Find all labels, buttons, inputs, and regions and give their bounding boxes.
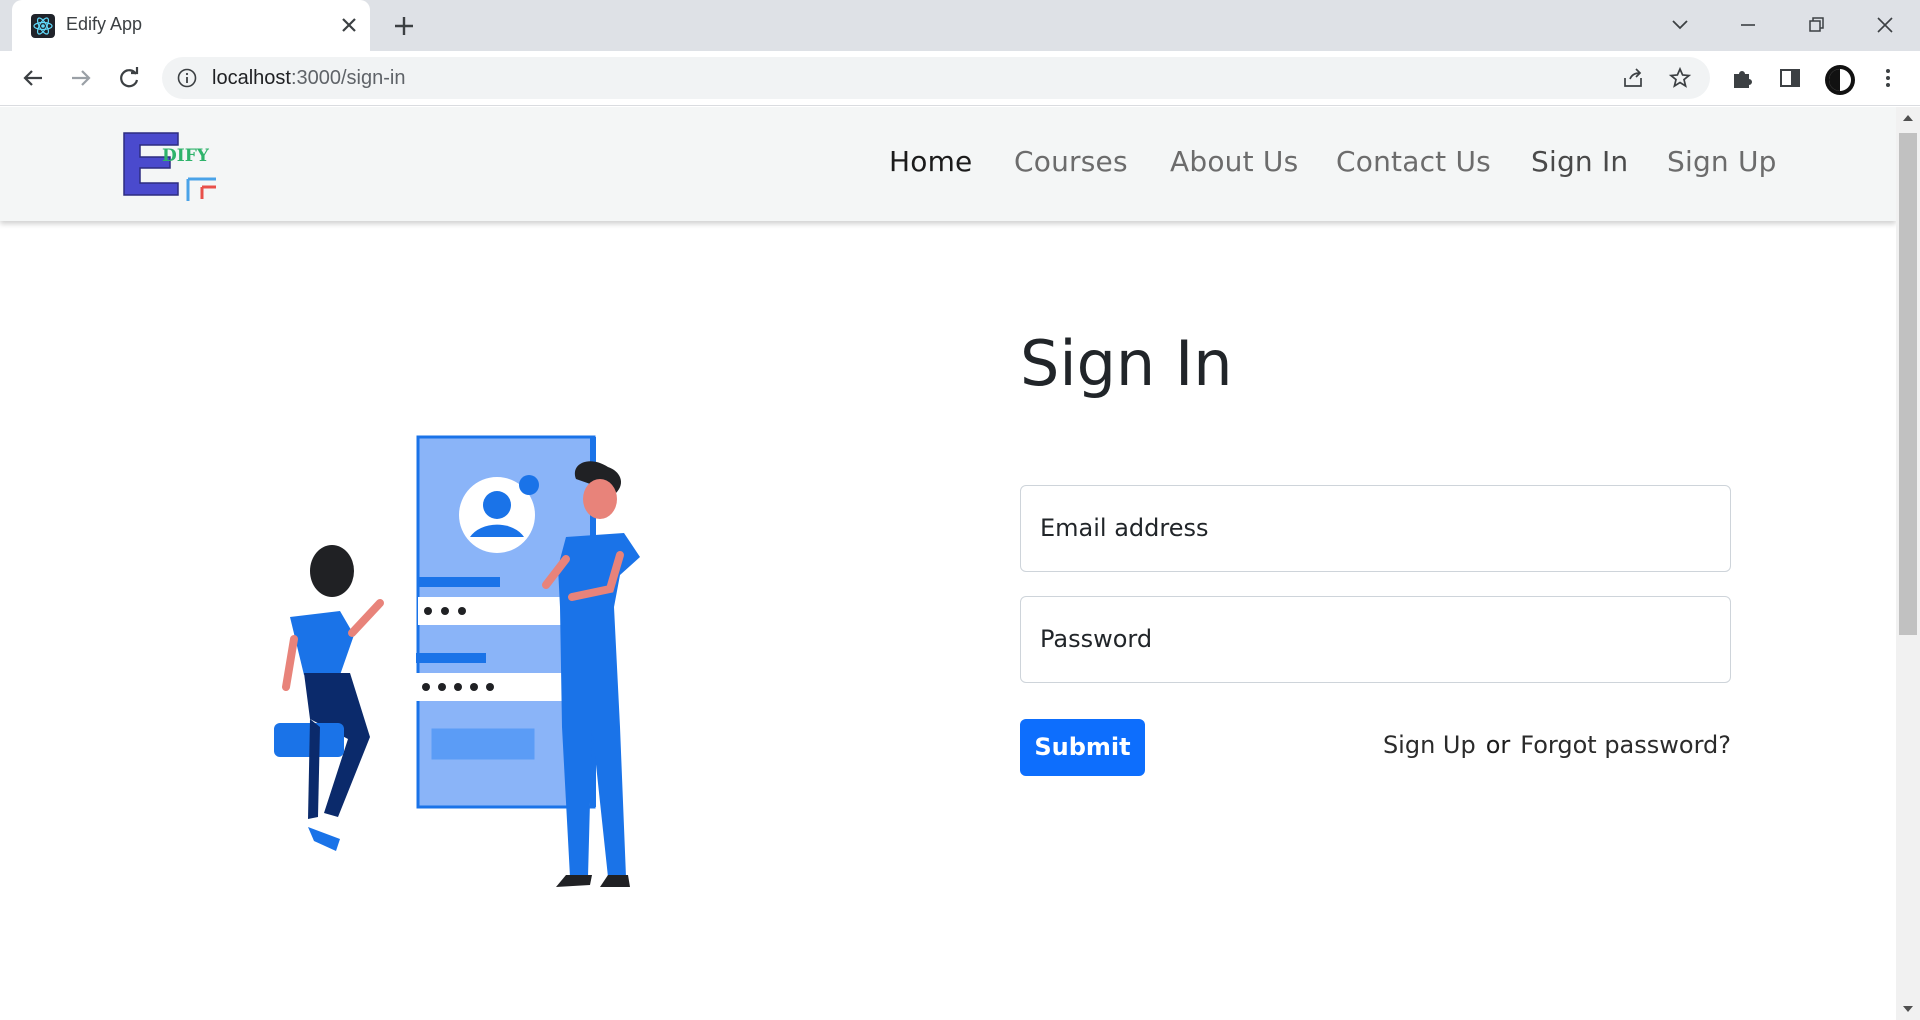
restore-icon[interactable] <box>1801 10 1831 40</box>
close-icon[interactable] <box>338 14 360 36</box>
email-field[interactable]: Email address <box>1020 485 1731 572</box>
share-icon[interactable] <box>1621 66 1645 90</box>
browser-tab-strip: Edify App <box>0 0 1920 51</box>
address-bar[interactable]: localhost:3000/sign-in <box>162 57 1710 99</box>
scroll-down-icon[interactable] <box>1903 1006 1913 1012</box>
url-text[interactable]: localhost:3000/sign-in <box>212 67 405 90</box>
nav-links: Home Courses About Us Contact Us Sign In… <box>0 145 1896 185</box>
password-field[interactable]: Password <box>1020 596 1731 683</box>
menu-kebab-icon[interactable] <box>1874 64 1902 92</box>
back-arrow-icon[interactable] <box>18 63 48 93</box>
forward-arrow-icon[interactable] <box>66 63 96 93</box>
extensions-puzzle-icon[interactable] <box>1728 64 1756 92</box>
plus-icon[interactable] <box>390 12 418 40</box>
email-label: Email address <box>1040 514 1209 542</box>
star-icon[interactable] <box>1668 66 1692 90</box>
window-close-icon[interactable] <box>1870 10 1900 40</box>
nav-courses-link[interactable]: Courses <box>1014 145 1128 178</box>
page-content: DIFY Home Courses About Us Contact Us Si… <box>0 107 1896 1020</box>
auth-links: Sign Up or Forgot password? <box>1374 731 1731 759</box>
nav-signup-link[interactable]: Sign Up <box>1667 145 1777 178</box>
nav-home-link[interactable]: Home <box>889 145 973 178</box>
page-scrollbar[interactable] <box>1896 107 1920 1020</box>
nav-about-link[interactable]: About Us <box>1170 145 1298 178</box>
signup-link[interactable]: Sign Up <box>1383 731 1476 759</box>
side-panel-icon[interactable] <box>1776 64 1804 92</box>
password-label: Password <box>1040 625 1153 653</box>
nav-contact-link[interactable]: Contact Us <box>1336 145 1491 178</box>
browser-toolbar: localhost:3000/sign-in <box>0 51 1920 106</box>
browser-tab[interactable]: Edify App <box>12 0 370 51</box>
scroll-thumb[interactable] <box>1899 133 1917 635</box>
tab-title: Edify App <box>66 14 143 34</box>
or-text: or <box>1485 731 1511 759</box>
profile-avatar-icon[interactable] <box>1824 64 1855 95</box>
nav-signin-link[interactable]: Sign In <box>1531 145 1628 178</box>
forgot-password-link[interactable]: Forgot password? <box>1520 731 1731 759</box>
info-icon[interactable] <box>176 67 198 89</box>
reload-icon[interactable] <box>114 63 144 93</box>
chevron-down-icon[interactable] <box>1665 10 1695 40</box>
scroll-up-icon[interactable] <box>1903 115 1913 121</box>
signin-illustration <box>270 427 720 967</box>
site-navbar: DIFY Home Courses About Us Contact Us Si… <box>0 107 1896 221</box>
minimize-icon[interactable] <box>1733 10 1763 40</box>
react-icon <box>31 14 55 38</box>
submit-button[interactable]: Submit <box>1020 719 1145 776</box>
page-title: Sign In <box>1020 327 1233 400</box>
